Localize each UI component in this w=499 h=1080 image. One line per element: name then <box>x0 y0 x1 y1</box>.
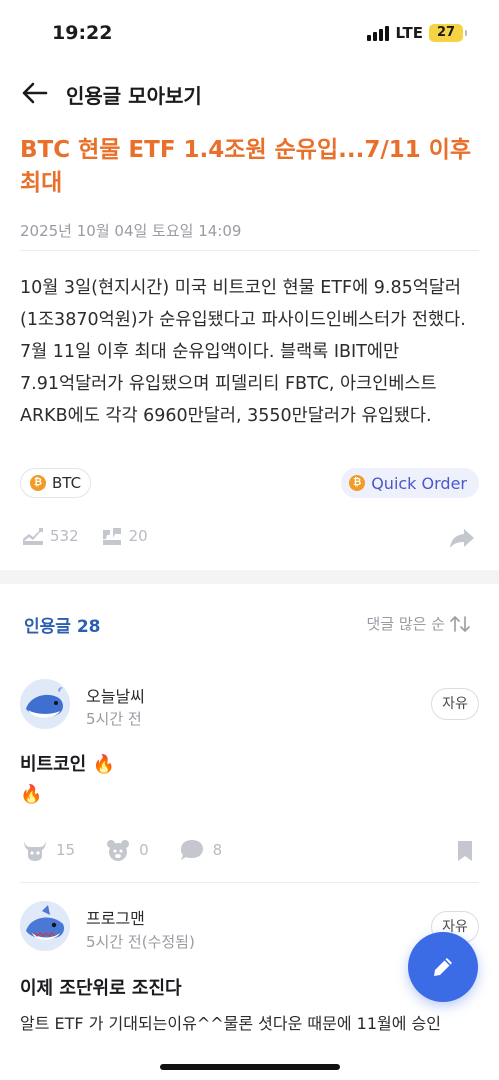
post-author[interactable]: 오늘날씨 <box>86 683 145 707</box>
sort-arrows-icon <box>450 615 470 632</box>
comment-reaction[interactable]: 8 <box>179 838 223 862</box>
section-separator <box>0 570 499 584</box>
battery-icon: 27 <box>429 24 467 42</box>
quotes-count-header: 인용글 28 <box>24 617 101 637</box>
comment-count: 8 <box>212 841 223 859</box>
quick-order-label: Quick Order <box>371 473 467 493</box>
page-title: 인용글 모아보기 <box>66 84 202 108</box>
bitcoin-coin-icon: ₿ <box>349 475 366 491</box>
quick-order-button[interactable]: ₿ Quick Order <box>341 468 479 498</box>
ticker-chip-label: BTC <box>52 474 82 492</box>
bear-count: 0 <box>139 841 149 859</box>
trend-count: 532 <box>50 527 79 545</box>
divider <box>20 250 479 251</box>
shark-avatar-icon <box>20 901 70 951</box>
post-author[interactable]: 프로그맨 <box>86 905 145 929</box>
bitcoin-coin-icon: ₿ <box>30 475 46 491</box>
share-icon[interactable] <box>449 526 475 550</box>
post-time: 5시간 전 <box>86 710 142 728</box>
bull-reaction[interactable]: 15 <box>22 838 75 862</box>
trend-chart-icon <box>23 528 43 545</box>
whale-avatar-icon <box>20 679 70 729</box>
sort-dropdown[interactable]: 댓글 많은 순 <box>366 613 471 634</box>
divider <box>20 882 479 883</box>
post-title: 이제 조단위로 조진다 <box>20 978 182 999</box>
post-body: 알트 ETF 가 기대되는이유^^물론 셧다운 때문에 11월에 승인 <box>20 1014 441 1033</box>
top-nav: 인용글 모아보기 <box>0 70 499 116</box>
bull-count: 15 <box>56 841 76 859</box>
post-reactions: 15 0 8 <box>22 838 252 862</box>
home-indicator <box>160 1064 340 1070</box>
post-title: 비트코인 🔥 <box>20 754 115 775</box>
arrow-left-icon[interactable] <box>18 78 52 108</box>
quote-icon <box>102 528 121 545</box>
bull-icon <box>24 841 46 861</box>
signal-icon <box>367 25 390 41</box>
bear-icon <box>107 840 130 861</box>
status-time: 19:22 <box>52 22 113 44</box>
trend-stat[interactable]: 532 <box>22 526 79 546</box>
quote-count: 20 <box>128 527 148 545</box>
avatar[interactable] <box>20 679 70 729</box>
post-category-tag[interactable]: 자유 <box>431 688 479 720</box>
comment-bubble-icon <box>180 840 203 860</box>
pencil-icon <box>434 958 452 976</box>
bear-reaction[interactable]: 0 <box>105 838 149 862</box>
post-body: 🔥 <box>20 784 43 805</box>
article-title: BTC 현물 ETF 1.4조원 순유입...7/11 이후 최대 <box>20 137 472 196</box>
article-stats: 532 20 <box>22 526 160 546</box>
bookmark-icon[interactable] <box>457 840 473 862</box>
quote-stat[interactable]: 20 <box>101 526 148 546</box>
article-date: 2025년 10월 04일 토요일 14:09 <box>20 222 242 240</box>
ticker-chip-btc[interactable]: ₿ BTC <box>20 468 92 498</box>
network-label: LTE <box>395 24 423 42</box>
article-body: 10월 3일(현지시간) 미국 비트코인 현물 ETF에 9.85억달러(1조3… <box>20 278 466 426</box>
avatar[interactable] <box>20 901 70 951</box>
status-right: LTE 27 <box>367 24 467 42</box>
write-post-button[interactable] <box>408 932 478 1002</box>
post-time: 5시간 전(수정됨) <box>86 933 195 951</box>
status-bar: 19:22 LTE 27 <box>0 0 499 64</box>
sort-label: 댓글 많은 순 <box>366 615 445 633</box>
